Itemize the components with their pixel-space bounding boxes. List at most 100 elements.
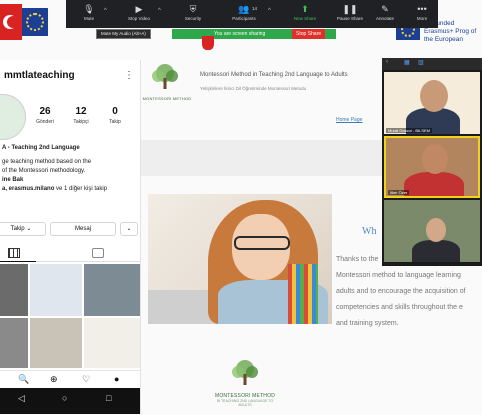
stat-value: 0 [112,106,118,117]
gallery-header: ‹ ▦ ▥ [382,58,482,70]
chevron-left-icon[interactable]: ‹ [386,59,388,65]
pause-share-button[interactable]: ❚❚ Pause Share [332,0,368,28]
follow-button[interactable]: Takip ⌄ [0,222,46,236]
site-title: Montessori Method in Teaching 2nd Langua… [200,72,348,78]
avatar[interactable] [0,94,26,140]
profile-username: mmtlateaching [4,70,75,81]
home-icon[interactable]: ○ [62,393,67,403]
toolbar-label: Pause Share [336,16,364,21]
toolbar-label: New Share [293,16,317,21]
post-thumbnail[interactable] [0,318,28,368]
eu-flag-icon [22,8,48,36]
recents-icon[interactable]: □ [106,393,111,403]
chevron-up-icon[interactable]: ^ [268,8,271,14]
turkey-flag-icon [0,4,22,40]
stat-value: 12 [75,106,87,117]
post-thumbnail[interactable] [30,264,82,316]
back-icon[interactable]: ◁ [18,393,25,404]
body-line: adults and to encourage the acquisition … [336,288,466,295]
section-heading: Wh [362,226,377,237]
participant-video[interactable] [384,200,480,262]
nav-home-link[interactable]: Home Page [336,117,362,123]
footer-logo[interactable]: MONTESSORI METHOD IN TEACHING 2ND LANGUA… [212,358,278,410]
post-grid [0,264,140,368]
security-button[interactable]: ⛨ Security [178,0,208,28]
post-thumbnail[interactable] [0,264,28,316]
video-camera-icon: ▶ [135,4,143,14]
participant-gallery: ‹ ▦ ▥ Murat Gokcul - BILSEM Ilker Özer [382,58,482,266]
bio-name: A - Teaching 2nd Language [2,145,80,151]
stop-video-button[interactable]: ▶ Stop Video [122,0,156,28]
annotate-button[interactable]: ✎ Annotate [370,0,400,28]
participants-button[interactable]: 👥 Participants [224,0,264,28]
android-nav-bar: ◁ ○ □ [0,388,140,414]
more-button[interactable]: ••• More [410,0,434,28]
section-band [140,140,382,176]
mute-button[interactable]: 🎙 Mute [78,0,100,28]
speaker-view-icon[interactable]: ▥ [418,59,424,66]
bio-line: of the Montessori methodology. [2,168,86,174]
toolbar-label: More [416,16,428,21]
pencil-icon: ✎ [381,4,389,14]
hero-image [148,194,332,324]
post-thumbnail[interactable] [30,318,82,368]
grid-icon[interactable] [8,248,20,258]
toolbar-label: Participants [232,16,256,21]
zoom-toolbar: 🎙 Mute ^ ▶ Stop Video ^ ⛨ Security 👥 Par… [66,0,438,28]
participant-name: Ilker Özer [388,190,410,195]
stat-label: Takipçi [73,119,89,125]
participants-count: 14 [252,6,258,11]
stat-label: Gönderi [36,119,54,125]
add-post-icon[interactable]: ⊕ [50,374,58,385]
stop-share-button[interactable]: Stop Share [292,29,326,39]
gallery-view-icon[interactable]: ▦ [404,59,410,66]
body-line: and training system. [336,320,399,327]
body-line: Montessori method to language learning [336,272,461,279]
profile-tabs [0,246,140,262]
mute-tooltip: Mute My Audio (Alt+A) [96,29,151,39]
body-line: competencies and skills throughout the e [336,304,463,311]
logo-text: MONTESSORI METHOD [142,96,192,101]
microphone-icon: 🎙 [83,4,95,14]
toolbar-label: Security [184,16,202,21]
site-subtitle: Yetişkinlere İkinci Dil Öğretiminde Mont… [200,86,307,91]
pause-icon: ❚❚ [342,4,358,14]
participant-name: Murat Gokcul - BILSEM [386,128,433,133]
more-icon: ••• [417,4,427,14]
message-button[interactable]: Mesaj [50,222,116,236]
shield-icon: ⛨ [189,4,197,14]
share-screen-icon: ⬆ [301,4,309,14]
tree-icon [152,64,178,89]
profile-bio: A - Teaching 2nd Language ge teaching me… [2,144,140,194]
search-icon[interactable]: 🔍 [18,374,29,385]
toolbar-label: Stop Video [128,16,150,21]
new-share-button[interactable]: ⬆ New Share [288,0,322,28]
profile-icon[interactable]: ● [114,374,119,384]
participants-icon: 👥 [238,4,250,14]
participant-video[interactable]: Ilker Özer [384,136,480,198]
chevron-up-icon[interactable]: ^ [158,8,161,14]
tagged-icon[interactable] [92,248,104,258]
footer-logo-subtext: IN TEACHING 2ND LANGUAGE TO ADULTS [216,399,274,407]
post-thumbnail[interactable] [84,318,140,368]
stat-posts[interactable]: 26 Gönderi [30,106,60,125]
instagram-profile: mmtlateaching ⋮ 26 Gönderi 12 Takipçi 0 … [0,60,141,414]
stat-value: 26 [39,106,51,117]
bio-line: ge teaching method based on the [2,159,92,165]
turkey-flag-icon [202,36,214,50]
bio-link[interactable]: ine Bak [2,176,140,185]
followed-by-names[interactable]: a, erasmus.milano [2,186,54,192]
participant-video[interactable]: Murat Gokcul - BILSEM [384,72,480,134]
more-menu-icon[interactable]: ⋮ [124,70,134,81]
tree-icon [232,360,258,385]
instagram-bottom-nav: 🔍 ⊕ ♡ ● [0,370,140,388]
heart-icon[interactable]: ♡ [82,374,90,385]
sharing-status: You are screen sharing [214,31,266,37]
stat-followers[interactable]: 12 Takipçi [66,106,96,125]
post-thumbnail[interactable] [84,264,140,316]
chevron-up-icon[interactable]: ^ [104,8,107,14]
toolbar-label: Annotate [375,16,394,21]
stat-following[interactable]: 0 Takip [100,106,130,125]
suggested-accounts-button[interactable]: ⌄ [120,222,138,236]
stat-label: Takip [109,119,121,125]
